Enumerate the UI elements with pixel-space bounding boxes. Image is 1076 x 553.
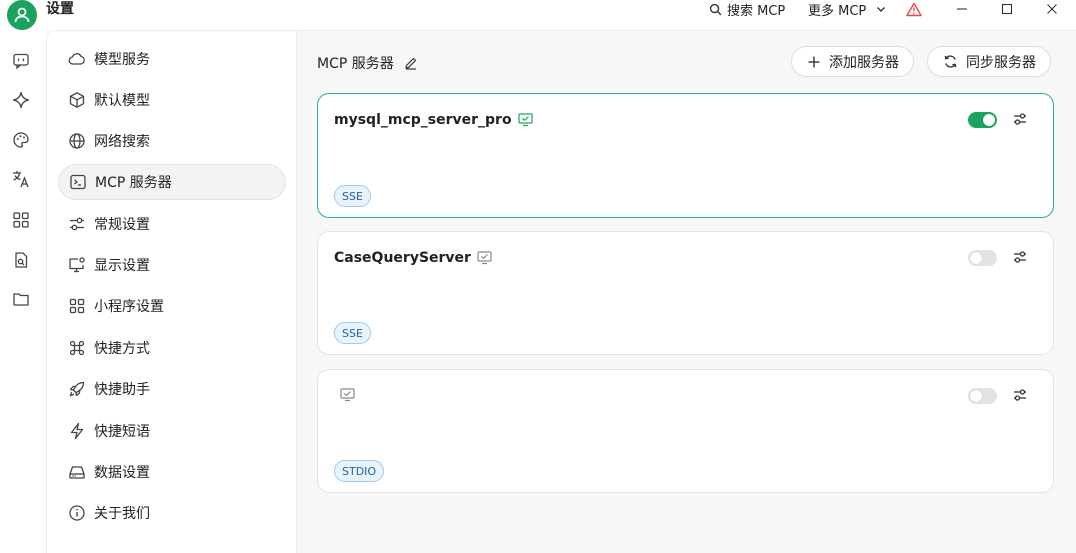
info-icon — [68, 504, 86, 522]
grid-icon — [68, 297, 86, 315]
server-name — [334, 388, 355, 402]
bolt-icon — [68, 422, 86, 440]
server-enable-toggle[interactable] — [968, 388, 997, 404]
sidebar-item-label: 模型服务 — [94, 52, 150, 68]
terminal-icon — [69, 173, 87, 191]
icon-rail — [0, 32, 46, 553]
close-icon — [1047, 4, 1057, 14]
app-title: 设置 — [46, 1, 74, 17]
sidebar-item-miniapp-settings[interactable]: 小程序设置 — [58, 288, 286, 324]
sidebar-item-label: 网络搜索 — [94, 134, 150, 150]
monitor-gear-icon — [68, 256, 86, 274]
user-icon — [14, 7, 30, 23]
sparkle-icon[interactable] — [11, 90, 31, 110]
add-server-button[interactable]: 添加服务器 — [791, 46, 914, 77]
globe-icon — [68, 132, 86, 150]
page-title: MCP 服务器 — [317, 53, 418, 73]
server-name: CaseQueryServer — [334, 250, 492, 266]
sidebar-item-label: 快捷助手 — [94, 382, 150, 398]
server-enable-toggle[interactable] — [968, 250, 997, 266]
sidebar-item-general-settings[interactable]: 常规设置 — [58, 206, 286, 242]
cloud-icon — [68, 50, 86, 68]
rocket-icon — [68, 380, 86, 398]
minimize-icon — [957, 8, 967, 10]
avatar[interactable] — [7, 0, 37, 30]
sidebar-item-about-us[interactable]: 关于我们 — [58, 495, 286, 531]
sidebar-item-label: 数据设置 — [94, 465, 150, 481]
monitor-check-icon — [517, 113, 533, 127]
close-button[interactable] — [1042, 0, 1062, 18]
sidebar-item-label: 关于我们 — [94, 506, 150, 522]
translate-icon[interactable] — [11, 169, 31, 189]
sidebar-item-label: 快捷短语 — [94, 424, 150, 440]
settings-sidebar: 模型服务 默认模型 网络搜索 MCP 服务器 常规设置 显示设置 小程序设置 快… — [46, 30, 297, 553]
warning-icon[interactable] — [904, 0, 924, 18]
add-server-label: 添加服务器 — [829, 54, 899, 71]
folder-icon[interactable] — [11, 289, 31, 309]
command-icon — [68, 339, 86, 357]
maximize-icon — [1001, 3, 1013, 15]
sidebar-item-label: 快捷方式 — [94, 341, 150, 357]
search-icon — [709, 3, 722, 15]
sidebar-item-quick-assistant[interactable]: 快捷助手 — [58, 371, 286, 407]
server-name: mysql_mcp_server_pro — [334, 112, 533, 128]
search-mcp-label: 搜索 MCP — [727, 3, 786, 19]
sync-server-button[interactable]: 同步服务器 — [927, 46, 1051, 77]
file-search-icon[interactable] — [11, 250, 31, 270]
sliders-icon — [68, 215, 86, 233]
sidebar-item-quick-phrases[interactable]: 快捷短语 — [58, 413, 286, 449]
server-type-badge: SSE — [334, 185, 371, 207]
plus-icon — [808, 56, 820, 67]
refresh-icon — [944, 55, 957, 68]
title-bar: 设置 搜索 MCP 更多 MCP — [0, 0, 1076, 30]
main-panel: MCP 服务器 添加服务器 同步服务器 mysql_mcp_server_pro… — [297, 30, 1076, 553]
maximize-button[interactable] — [997, 0, 1017, 18]
sidebar-item-label: 小程序设置 — [94, 299, 164, 315]
sidebar-item-data-settings[interactable]: 数据设置 — [58, 454, 286, 490]
server-settings-icon[interactable] — [1011, 248, 1029, 266]
sync-server-label: 同步服务器 — [966, 54, 1036, 71]
server-settings-icon[interactable] — [1011, 386, 1029, 404]
server-settings-icon[interactable] — [1011, 110, 1029, 128]
sidebar-item-label: MCP 服务器 — [95, 175, 172, 191]
sidebar-item-label: 默认模型 — [94, 93, 150, 109]
monitor-check-icon — [340, 388, 355, 402]
server-card[interactable]: mysql_mcp_server_pro SSE — [317, 93, 1054, 218]
search-mcp-button[interactable]: 搜索 MCP — [709, 0, 786, 19]
page-title-text: MCP 服务器 — [317, 56, 394, 72]
sidebar-item-label: 常规设置 — [94, 217, 150, 233]
server-card[interactable]: STDIO — [317, 369, 1054, 493]
sidebar-item-shortcuts[interactable]: 快捷方式 — [58, 330, 286, 366]
sidebar-item-label: 显示设置 — [94, 258, 150, 274]
server-type-badge: SSE — [334, 322, 371, 344]
minimize-button[interactable] — [952, 0, 972, 18]
chat-icon[interactable] — [11, 51, 31, 71]
more-mcp-dropdown[interactable]: 更多 MCP — [808, 0, 887, 19]
sidebar-item-web-search[interactable]: 网络搜索 — [58, 123, 286, 159]
cube-icon — [68, 91, 86, 109]
apps-grid-icon[interactable] — [11, 210, 31, 230]
chevron-down-icon — [877, 7, 886, 12]
sidebar-item-display-settings[interactable]: 显示设置 — [58, 247, 286, 283]
sidebar-item-default-model[interactable]: 默认模型 — [58, 82, 286, 118]
sidebar-item-mcp-servers[interactable]: MCP 服务器 — [58, 164, 286, 200]
monitor-check-icon — [477, 251, 492, 265]
more-mcp-label: 更多 MCP — [808, 3, 867, 19]
edit-icon[interactable] — [404, 56, 418, 70]
server-card[interactable]: CaseQueryServer SSE — [317, 231, 1054, 355]
drive-icon — [68, 463, 86, 481]
sidebar-item-model-service[interactable]: 模型服务 — [58, 41, 286, 77]
palette-icon[interactable] — [11, 130, 31, 150]
server-enable-toggle[interactable] — [968, 112, 997, 128]
server-type-badge: STDIO — [334, 460, 385, 482]
